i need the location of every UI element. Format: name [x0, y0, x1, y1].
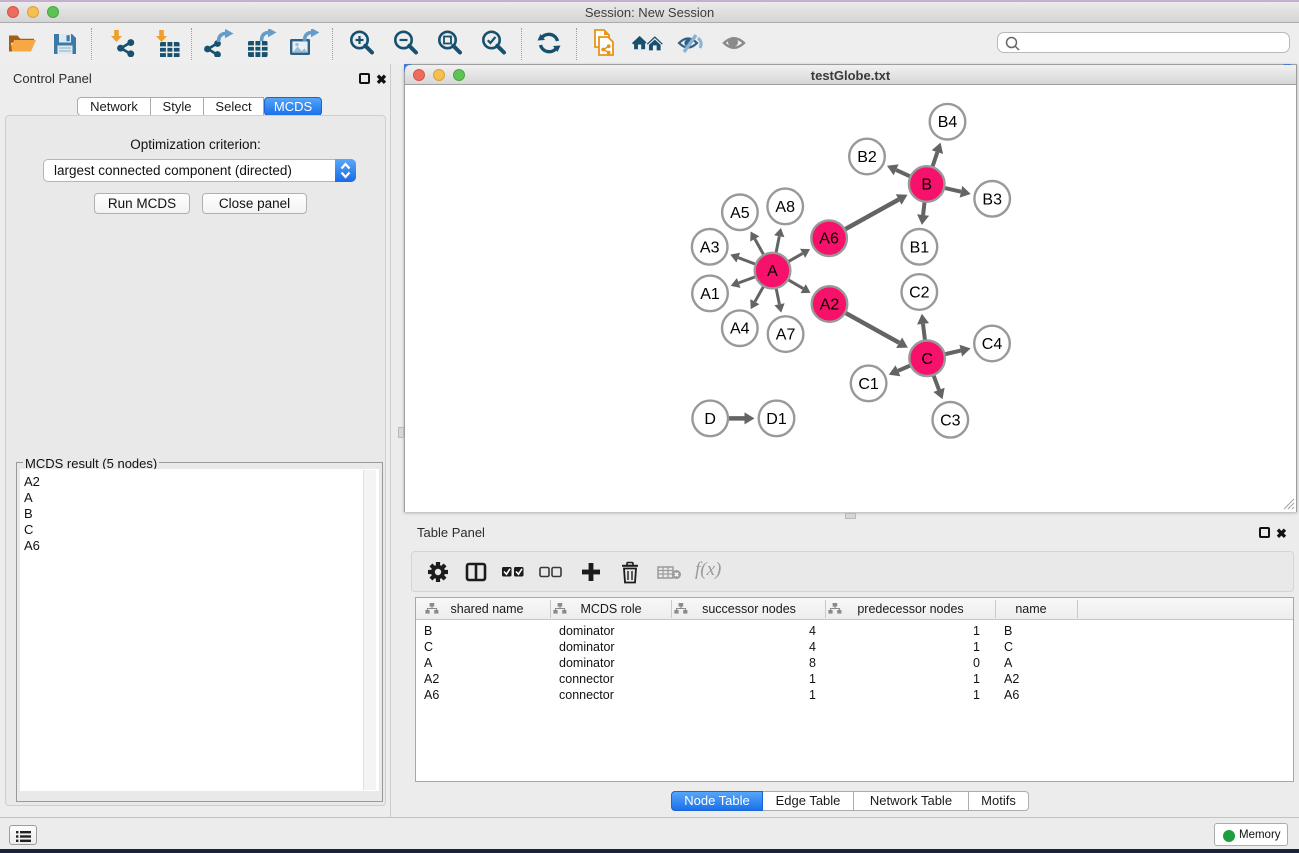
- svg-text:A6: A6: [819, 231, 839, 248]
- svg-text:A5: A5: [730, 205, 750, 222]
- svg-text:A3: A3: [700, 239, 720, 256]
- svg-text:A4: A4: [730, 321, 750, 338]
- svg-text:D1: D1: [766, 411, 787, 428]
- svg-text:B1: B1: [910, 239, 930, 256]
- svg-text:D: D: [704, 411, 716, 428]
- svg-text:A: A: [767, 263, 778, 280]
- svg-text:A7: A7: [776, 327, 796, 344]
- svg-text:C: C: [921, 351, 933, 368]
- svg-text:A8: A8: [775, 199, 795, 216]
- svg-text:C1: C1: [858, 376, 879, 393]
- svg-text:A1: A1: [700, 286, 720, 303]
- svg-text:C4: C4: [982, 336, 1003, 353]
- svg-text:B4: B4: [938, 114, 958, 131]
- svg-text:B: B: [921, 177, 932, 194]
- svg-text:C3: C3: [940, 412, 961, 429]
- svg-text:C2: C2: [909, 285, 930, 302]
- svg-text:B3: B3: [982, 191, 1002, 208]
- svg-text:A2: A2: [820, 297, 840, 314]
- svg-text:B2: B2: [857, 149, 877, 166]
